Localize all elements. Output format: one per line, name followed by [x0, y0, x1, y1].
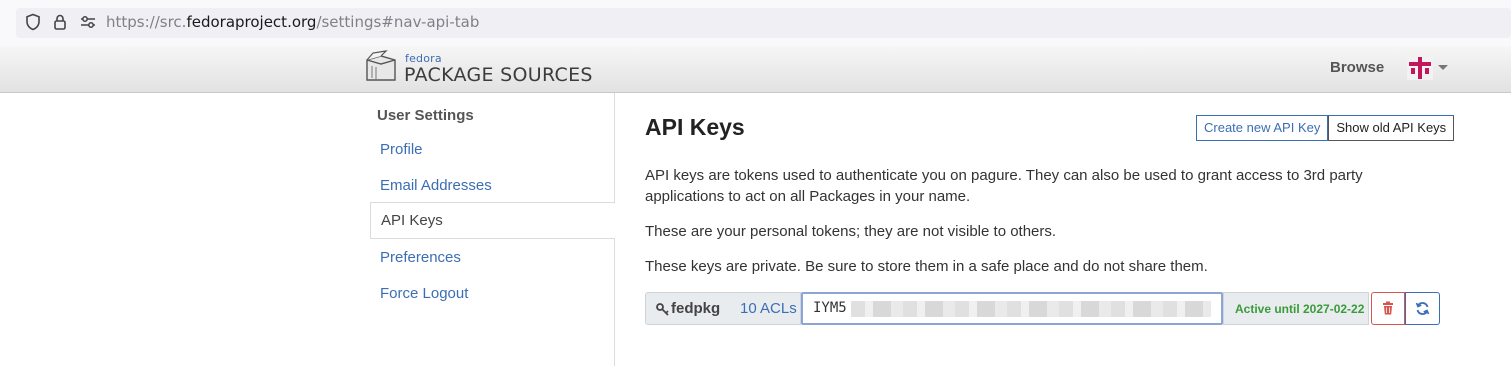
user-avatar-icon[interactable] [1407, 56, 1433, 80]
api-key-value: IYM5 [813, 300, 847, 316]
acls-label: 10 ACLs [740, 300, 797, 317]
sidebar-item-label: Preferences [380, 249, 461, 266]
site-header: fedora PACKAGE SOURCES Browse [0, 46, 1511, 93]
sidebar-item-force-logout[interactable]: Force Logout [370, 276, 614, 312]
api-key-value-field[interactable]: IYM5 [801, 292, 1223, 325]
url-domain: fedoraproject.org [186, 13, 317, 31]
lock-icon[interactable] [51, 13, 69, 31]
show-old-api-keys-button[interactable]: Show old API Keys [1328, 115, 1455, 141]
sidebar-title: User Settings [377, 107, 474, 124]
private-keys-warning: These keys are private. Be sure to store… [645, 258, 1208, 275]
browser-toolbar: https://src.fedoraproject.org/settings#n… [0, 0, 1511, 47]
api-key-status-badge: Active until 2027-02-22 [1223, 292, 1369, 325]
redacted-key-blur [851, 301, 1211, 317]
sidebar-item-label: Profile [380, 141, 423, 158]
status-label: Active until 2027-02-22 [1235, 302, 1365, 316]
personal-tokens-note: These are your personal tokens; they are… [645, 223, 1057, 240]
trash-icon [1383, 301, 1393, 315]
browse-link[interactable]: Browse [1330, 59, 1384, 76]
api-key-acls-link[interactable]: 10 ACLs [730, 292, 801, 325]
create-api-key-button[interactable]: Create new API Key [1196, 115, 1329, 141]
sidebar-item-label: Email Addresses [380, 177, 492, 194]
api-key-actions: Create new API Key Show old API Keys [1196, 115, 1455, 141]
url-text[interactable]: https://src.fedoraproject.org/settings#n… [106, 13, 479, 31]
api-keys-description: API keys are tokens used to authenticate… [645, 167, 1363, 205]
site-permissions-icon[interactable] [79, 13, 97, 31]
url-path: /settings#nav-api-tab [316, 13, 480, 31]
api-key-name: fedpkg [645, 292, 731, 325]
sidebar-item-label: Force Logout [380, 285, 469, 302]
url-prefix: https://src. [106, 13, 187, 31]
delete-api-key-button[interactable] [1371, 292, 1405, 325]
shield-icon[interactable] [24, 13, 42, 31]
settings-sidebar: User Settings Profile Email Addresses AP… [370, 93, 615, 366]
sidebar-item-preferences[interactable]: Preferences [370, 240, 614, 276]
refresh-icon [1415, 302, 1430, 315]
package-box-logo-icon[interactable] [364, 50, 398, 84]
sidebar-item-profile[interactable]: Profile [370, 132, 614, 168]
logo-title[interactable]: PACKAGE SOURCES [404, 64, 593, 86]
page-title: API Keys [645, 114, 745, 140]
renew-api-key-button[interactable] [1405, 292, 1440, 325]
sidebar-item-label: API Keys [381, 212, 443, 229]
sidebar-item-email-addresses[interactable]: Email Addresses [370, 168, 614, 204]
user-menu-caret-icon[interactable] [1438, 65, 1448, 70]
key-icon [656, 303, 669, 316]
api-key-name-label: fedpkg [671, 300, 721, 317]
sidebar-item-api-keys[interactable]: API Keys [370, 202, 615, 239]
